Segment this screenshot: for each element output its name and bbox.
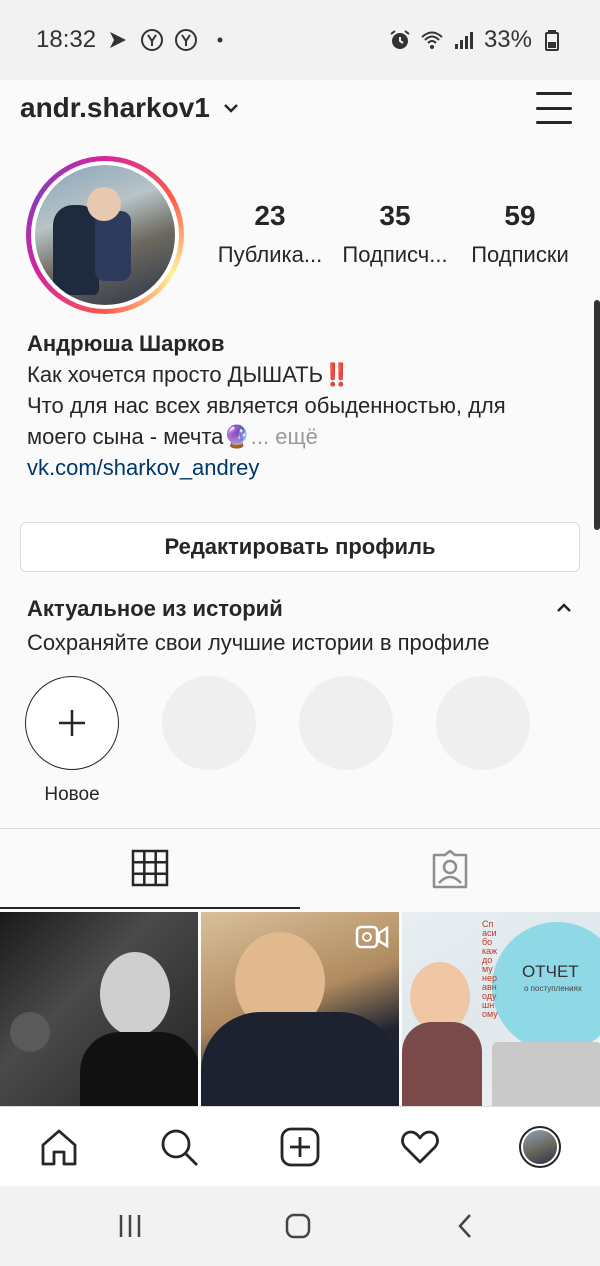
bio-more-link[interactable]: ... ещё — [251, 424, 318, 449]
stat-posts-count: 23 — [254, 200, 286, 231]
grid-icon — [131, 849, 169, 887]
tab-tagged[interactable] — [300, 829, 600, 909]
stat-posts[interactable]: 23 Публика... — [210, 200, 330, 268]
status-time: 18:32 — [36, 26, 97, 53]
avatar-photo — [35, 165, 175, 305]
avatar-border — [31, 161, 179, 309]
post-thumbnail[interactable]: ОТЧЕТ о поступлениях Спасибо каждому нер… — [402, 912, 600, 1106]
nav-new-post[interactable] — [278, 1125, 322, 1169]
post-thumbnail[interactable] — [0, 912, 198, 1106]
nav-search[interactable] — [157, 1125, 201, 1169]
chevron-down-icon[interactable] — [222, 99, 240, 117]
notification-icon — [110, 32, 127, 48]
nav-profile-avatar — [519, 1126, 561, 1168]
posts-grid: ОТЧЕТ о поступлениях Спасибо каждому нер… — [0, 912, 600, 1106]
recents-button[interactable] — [110, 1206, 150, 1246]
stat-followers[interactable]: 35 Подписч... — [335, 200, 455, 268]
signal-icon — [454, 32, 473, 49]
new-highlight-label: Новое — [44, 784, 100, 805]
highlight-placeholder — [162, 676, 256, 770]
avatar-figure — [53, 205, 99, 295]
avatar-figure — [95, 211, 131, 281]
dot-icon — [217, 37, 223, 43]
menu-line — [536, 121, 572, 124]
home-button[interactable] — [278, 1206, 318, 1246]
bio-line: Что для нас всех является обыденностью, … — [27, 393, 506, 418]
bottom-nav — [0, 1106, 600, 1186]
stat-followers-label: Подписч... — [342, 242, 448, 267]
back-button[interactable] — [446, 1206, 486, 1246]
search-icon — [161, 1129, 198, 1166]
username-title[interactable]: andr.sharkov1 — [20, 92, 210, 124]
status-bar: 18:32 33% — [0, 0, 600, 80]
nav-profile[interactable] — [518, 1125, 562, 1169]
stat-following-count: 59 — [504, 200, 536, 231]
post-body — [80, 1032, 198, 1106]
post-caption: ОТЧЕТ — [522, 962, 579, 981]
system-nav-bar — [0, 1186, 600, 1266]
highlights-subtitle: Сохраняйте свои лучшие истории в профиле — [27, 630, 490, 655]
avatar-face — [87, 187, 121, 221]
highlights-title: Актуальное из историй — [27, 596, 283, 621]
new-highlight-button[interactable] — [25, 676, 119, 770]
post-face — [100, 952, 170, 1036]
nav-avatar-photo — [523, 1130, 557, 1164]
bio-line-text: моего сына - мечта🔮 — [27, 424, 251, 449]
recents-icon — [119, 1215, 141, 1237]
highlight-placeholder — [436, 676, 530, 770]
profile-bio: Андрюша Шарков Как хочется просто ДЫШАТЬ… — [27, 328, 577, 483]
highlight-placeholder — [299, 676, 393, 770]
post-calculator — [492, 1042, 600, 1106]
yandex-icon — [175, 29, 198, 51]
post-thumbnail[interactable] — [201, 912, 399, 1106]
stat-posts-label: Публика... — [217, 242, 323, 267]
stat-followers-count: 35 — [379, 200, 411, 231]
yandex-icon — [141, 29, 164, 51]
plus-icon — [59, 710, 85, 736]
menu-line — [536, 92, 572, 95]
battery-icon — [545, 30, 559, 51]
bio-website-link[interactable]: vk.com/sharkov_andrey — [27, 452, 577, 483]
stat-following-label: Подписки — [471, 242, 569, 267]
profile-avatar[interactable] — [26, 156, 184, 314]
home-icon — [41, 1129, 77, 1166]
wifi-icon — [421, 31, 443, 49]
post-body — [201, 1012, 399, 1106]
tab-grid[interactable] — [0, 829, 300, 909]
menu-line — [536, 106, 572, 110]
chevron-up-icon[interactable] — [552, 596, 576, 620]
bio-line: моего сына - мечта🔮... ещё — [27, 421, 577, 452]
video-icon — [355, 925, 389, 949]
heart-icon — [401, 1130, 439, 1164]
home-square-icon — [285, 1213, 311, 1239]
post-ribbon-text: Спасибо каждому неравнодушному — [482, 919, 498, 1019]
stat-following[interactable]: 59 Подписки — [460, 200, 580, 268]
bio-line: Как хочется просто ДЫШАТЬ‼️ — [27, 362, 351, 387]
profile-header: andr.sharkov1 — [0, 80, 600, 136]
edit-profile-button[interactable]: Редактировать профиль — [20, 522, 580, 572]
tagged-person-icon — [432, 849, 468, 889]
nav-home[interactable] — [37, 1125, 81, 1169]
post-subcaption: о поступлениях — [524, 984, 582, 993]
post-plant — [10, 1012, 50, 1052]
status-left: 18:32 — [36, 26, 232, 54]
add-post-icon — [280, 1127, 320, 1167]
post-body — [402, 1022, 482, 1106]
scrollbar-thumb[interactable] — [594, 300, 600, 530]
bio-name: Андрюша Шарков — [27, 331, 225, 356]
profile-stats: 23 Публика... 35 Подписч... 59 Подписки — [210, 200, 580, 268]
hamburger-menu-icon[interactable] — [536, 92, 572, 124]
back-icon — [458, 1214, 471, 1238]
status-right: 33% — [388, 26, 564, 54]
profile-tab-bar — [0, 828, 600, 910]
battery-percent: 33% — [483, 26, 532, 53]
nav-activity[interactable] — [398, 1125, 442, 1169]
alarm-icon — [390, 30, 410, 49]
